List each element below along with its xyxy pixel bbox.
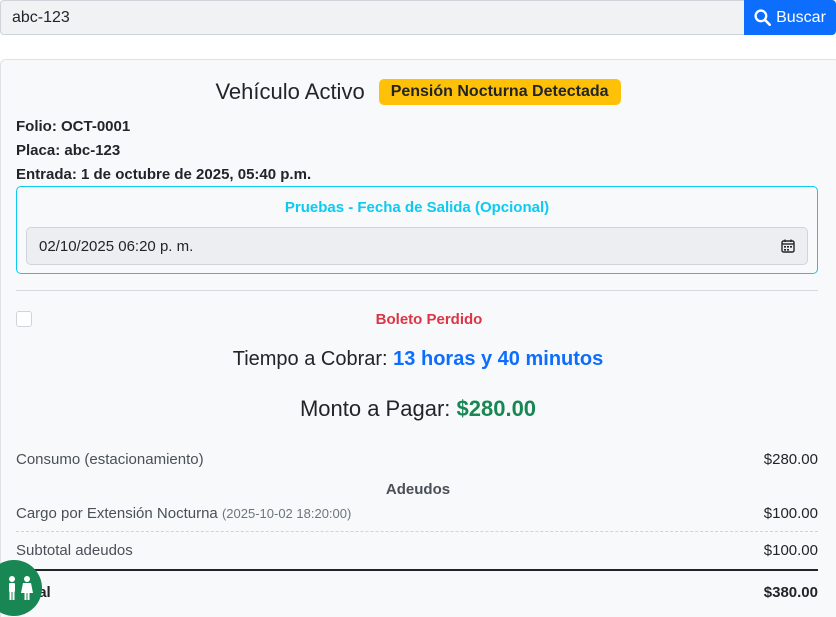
folio-text: Folio: OCT-0001 — [16, 118, 131, 135]
exit-date-input[interactable]: 02/10/2025 06:20 p. m. — [26, 227, 808, 265]
test-exit-date-box: Pruebas - Fecha de Salida (Opcional) 02/… — [16, 186, 818, 274]
extension-amount: $100.00 — [763, 505, 818, 522]
time-value: 13 horas y 40 minutos — [393, 348, 604, 370]
night-pension-badge: Pensión Nocturna Detectada — [378, 79, 621, 105]
exit-date-value: 02/10/2025 06:20 p. m. — [39, 237, 194, 255]
consumo-amount: $280.00 — [763, 451, 818, 468]
amount-to-pay: Monto a Pagar: $280.00 — [0, 396, 836, 422]
amount-label: Monto a Pagar: — [299, 396, 451, 421]
section-divider — [16, 290, 818, 291]
consumo-row: Consumo (estacionamiento) $280.00 — [16, 451, 818, 468]
search-button[interactable]: Buscar — [744, 0, 836, 35]
restroom-icon — [9, 576, 33, 600]
lost-ticket-label[interactable]: Boleto Perdido — [0, 311, 836, 328]
time-to-charge: Tiempo a Cobrar: 13 horas y 40 minutos — [0, 348, 836, 371]
total-amount: $380.00 — [763, 584, 818, 601]
calendar-icon[interactable] — [781, 239, 795, 253]
total-row: Total $380.00 — [16, 584, 818, 601]
consumo-label: Consumo (estacionamiento) — [16, 451, 204, 468]
adeudos-title: Adeudos — [385, 481, 451, 498]
page-title: Vehículo Activo — [215, 79, 365, 104]
placa-text: Placa: abc-123 — [16, 142, 121, 159]
search-icon — [754, 9, 772, 26]
extension-row: Cargo por Extensión Nocturna (2025-10-02… — [16, 505, 818, 522]
time-label: Tiempo a Cobrar: — [232, 348, 388, 370]
card-header: Vehículo Activo Pensión Nocturna Detecta… — [0, 77, 836, 107]
extension-label: Cargo por Extensión Nocturna — [16, 505, 218, 522]
subtotal-amount: $100.00 — [763, 542, 818, 559]
search-button-label: Buscar — [776, 8, 826, 26]
extension-date: (2025-10-02 18:20:00) — [221, 506, 352, 521]
amount-value: $280.00 — [456, 396, 537, 421]
test-exit-date-label: Pruebas - Fecha de Salida (Opcional) — [284, 199, 550, 216]
vehicle-card — [0, 59, 836, 617]
subtotal-label: Subtotal adeudos — [16, 542, 133, 559]
entrada-text: Entrada: 1 de octubre de 2025, 05:40 p.m… — [16, 166, 312, 183]
subtotal-row: Subtotal adeudos $100.00 — [16, 542, 818, 559]
total-divider — [16, 569, 818, 571]
search-input[interactable] — [0, 0, 744, 35]
dashed-divider — [16, 531, 818, 532]
search-bar: Buscar — [0, 0, 836, 35]
